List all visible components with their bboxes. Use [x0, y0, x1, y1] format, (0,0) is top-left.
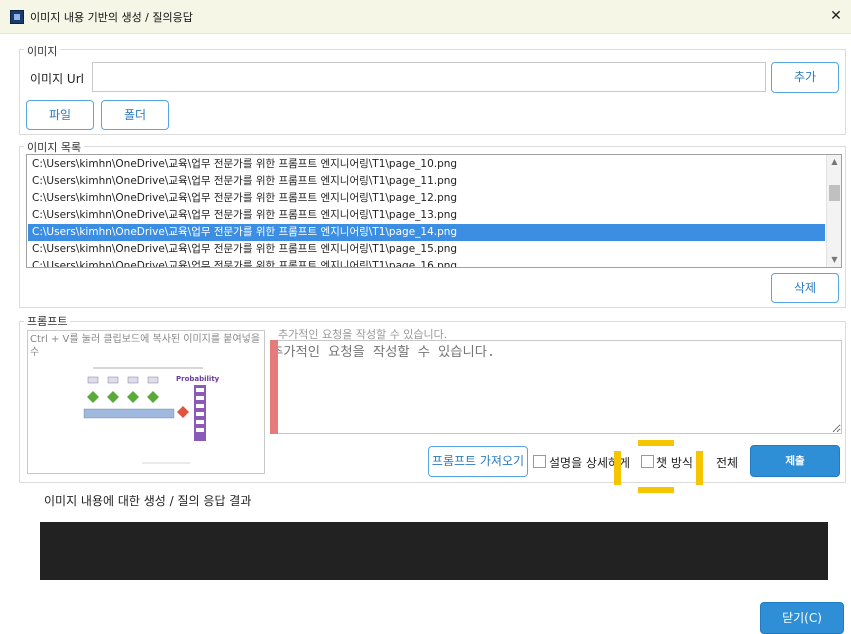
result-title: 이미지 내용에 대한 생성 / 질의 응답 결과	[44, 494, 252, 508]
list-item[interactable]: C:\Users\kimhn\OneDrive\교육\업무 전문가를 위한 프롬…	[28, 190, 825, 207]
detail-checkbox[interactable]	[533, 455, 546, 468]
scroll-down-icon[interactable]: ▼	[827, 253, 841, 267]
list-item[interactable]: C:\Users\kimhn\OneDrive\교육\업무 전문가를 위한 프롬…	[28, 173, 825, 190]
list-item[interactable]: C:\Users\kimhn\OneDrive\교육\업무 전문가를 위한 프롬…	[28, 156, 825, 173]
submit-button[interactable]: 제출(Ctrl+Enter)	[750, 445, 840, 497]
title-bar: 이미지 내용 기반의 생성 / 질의응답 ✕	[0, 0, 851, 34]
list-scrollbar[interactable]: ▲ ▼	[826, 155, 841, 267]
image-url-input[interactable]	[92, 62, 766, 92]
list-item[interactable]: C:\Users\kimhn\OneDrive\교육\업무 전문가를 위한 프롬…	[28, 207, 825, 224]
paste-hint: Ctrl + V를 눌러 클립보드에 복사된 이미지를 붙여넣을 수	[30, 334, 261, 358]
list-item-selected[interactable]: C:\Users\kimhn\OneDrive\교육\업무 전문가를 위한 프롬…	[28, 224, 825, 241]
folder-button[interactable]: 폴더	[101, 100, 169, 130]
chat-label: 챗 방식	[656, 456, 693, 470]
list-item[interactable]: C:\Users\kimhn\OneDrive\교육\업무 전문가를 위한 프롬…	[28, 241, 825, 258]
app-icon	[10, 10, 24, 24]
result-output[interactable]	[40, 522, 828, 580]
window-title: 이미지 내용 기반의 생성 / 질의응답	[30, 11, 193, 24]
file-button[interactable]: 파일	[26, 100, 94, 130]
close-button[interactable]: 닫기(C)	[760, 602, 844, 634]
prompt-textarea[interactable]	[270, 340, 842, 434]
list-item[interactable]: C:\Users\kimhn\OneDrive\교육\업무 전문가를 위한 프롬…	[28, 258, 825, 267]
highlight-mark	[696, 451, 703, 485]
chat-checkbox[interactable]	[641, 455, 654, 468]
slide-title: Probability	[176, 375, 220, 383]
image-group-title: 이미지	[24, 43, 61, 59]
import-prompt-button[interactable]: 프롬프트 가져오기	[428, 446, 528, 477]
highlight-mark	[638, 487, 674, 493]
image-paste-area[interactable]: Ctrl + V를 눌러 클립보드에 복사된 이미지를 붙여넣을 수 Proba…	[27, 330, 265, 474]
prompt-marker	[270, 340, 278, 434]
image-list-title: 이미지 목록	[24, 139, 85, 155]
highlight-mark	[638, 440, 674, 446]
highlight-mark	[614, 451, 621, 485]
scroll-thumb[interactable]	[829, 185, 840, 201]
slide-thumbnail: Probability	[48, 359, 248, 471]
delete-button[interactable]: 삭제	[771, 273, 839, 303]
image-list[interactable]: C:\Users\kimhn\OneDrive\교육\업무 전문가를 위한 프롬…	[26, 154, 842, 268]
prompt-group-title: 프롬프트	[24, 313, 71, 329]
close-window-button[interactable]: ✕	[827, 6, 845, 26]
image-url-label: 이미지 Url	[30, 72, 84, 86]
scroll-up-icon[interactable]: ▲	[827, 155, 841, 169]
all-label: 전체	[716, 456, 739, 470]
add-url-button[interactable]: 추가	[771, 62, 839, 93]
